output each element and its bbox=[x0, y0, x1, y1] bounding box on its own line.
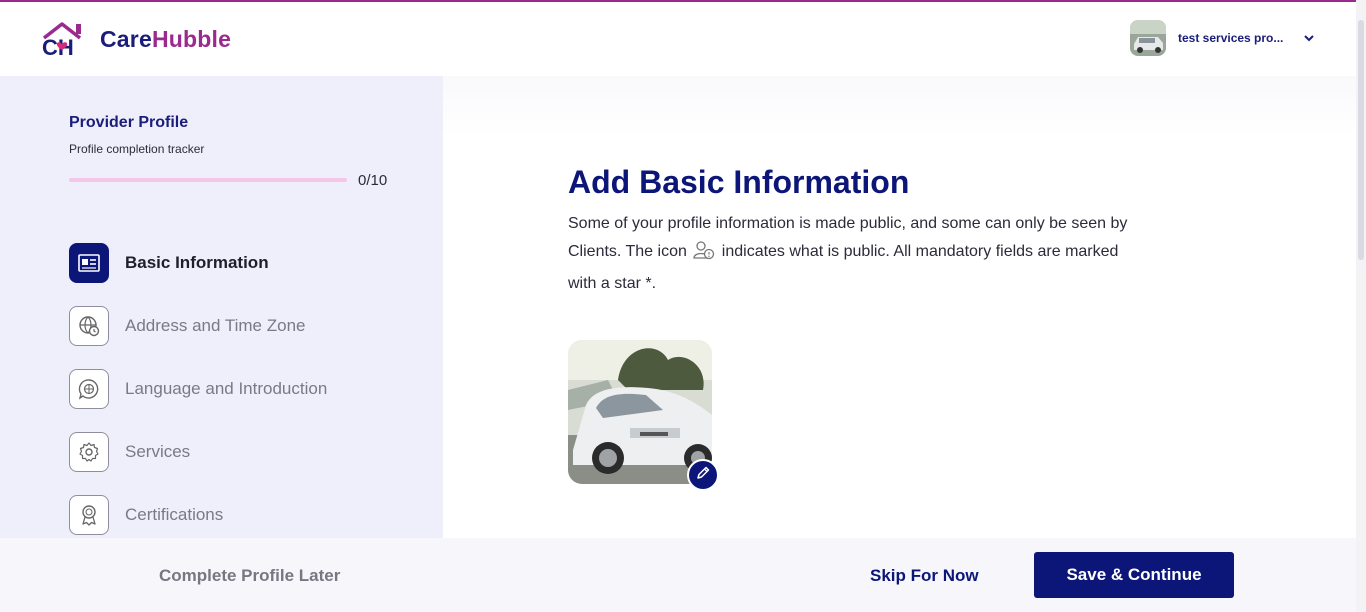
sidebar-item-label: Language and Introduction bbox=[125, 379, 328, 398]
progress-text: 0/10 bbox=[358, 172, 388, 189]
pencil-icon bbox=[695, 465, 711, 486]
sidebar-item-services[interactable]: Services bbox=[69, 432, 190, 472]
sidebar-title: Provider Profile bbox=[69, 114, 189, 131]
sidebar-item-label: Address and Time Zone bbox=[125, 316, 306, 335]
logo-care-text: Care bbox=[100, 25, 152, 52]
public-person-icon bbox=[693, 240, 715, 270]
sidebar-subtitle: Profile completion tracker bbox=[69, 142, 205, 156]
action-footer: Complete Profile Later Skip For Now Save… bbox=[0, 538, 1356, 612]
gear-icon bbox=[69, 432, 109, 472]
user-menu[interactable]: test services pro... bbox=[1130, 20, 1316, 56]
sidebar-item-basic-information[interactable]: Basic Information bbox=[69, 243, 269, 283]
id-card-icon bbox=[69, 243, 109, 283]
sidebar-item-label: Services bbox=[125, 442, 191, 461]
save-continue-button[interactable]: Save & Continue bbox=[1034, 552, 1234, 598]
scrollbar-thumb[interactable] bbox=[1358, 20, 1364, 260]
sidebar-item-language-introduction[interactable]: Language and Introduction bbox=[69, 369, 327, 409]
user-avatar[interactable] bbox=[1130, 20, 1166, 56]
app-header: CH CareHubble test services pro... bbox=[0, 2, 1356, 76]
page-description: Some of your profile information is made… bbox=[568, 210, 1128, 298]
profile-progress-bar bbox=[69, 178, 347, 182]
chat-globe-icon bbox=[69, 369, 109, 409]
edit-photo-button[interactable] bbox=[687, 459, 719, 491]
award-icon bbox=[69, 495, 109, 535]
logo-wordmark: CareHubble bbox=[100, 26, 231, 53]
sidebar-item-certifications[interactable]: Certifications bbox=[69, 495, 223, 535]
user-name: test services pro... bbox=[1178, 31, 1284, 45]
globe-clock-icon bbox=[69, 306, 109, 346]
sidebar-item-address-time-zone[interactable]: Address and Time Zone bbox=[69, 306, 305, 346]
profile-photo[interactable] bbox=[568, 340, 712, 484]
page-title: Add Basic Information bbox=[568, 164, 910, 200]
logo-house-icon: CH bbox=[40, 20, 94, 60]
complete-profile-later-button[interactable]: Complete Profile Later bbox=[159, 566, 340, 586]
profile-sidebar: Provider Profile Profile completion trac… bbox=[0, 76, 443, 538]
carehubble-logo[interactable]: CH CareHubble bbox=[40, 20, 231, 60]
skip-for-now-button[interactable]: Skip For Now bbox=[870, 566, 979, 586]
main-content: Add Basic Information Some of your profi… bbox=[443, 76, 1356, 538]
logo-hubble-text: Hubble bbox=[151, 25, 232, 52]
chevron-down-icon[interactable] bbox=[1302, 31, 1316, 45]
sidebar-item-label: Basic Information bbox=[125, 253, 269, 272]
page-scrollbar[interactable] bbox=[1356, 0, 1366, 612]
sidebar-item-label: Certifications bbox=[125, 505, 224, 524]
